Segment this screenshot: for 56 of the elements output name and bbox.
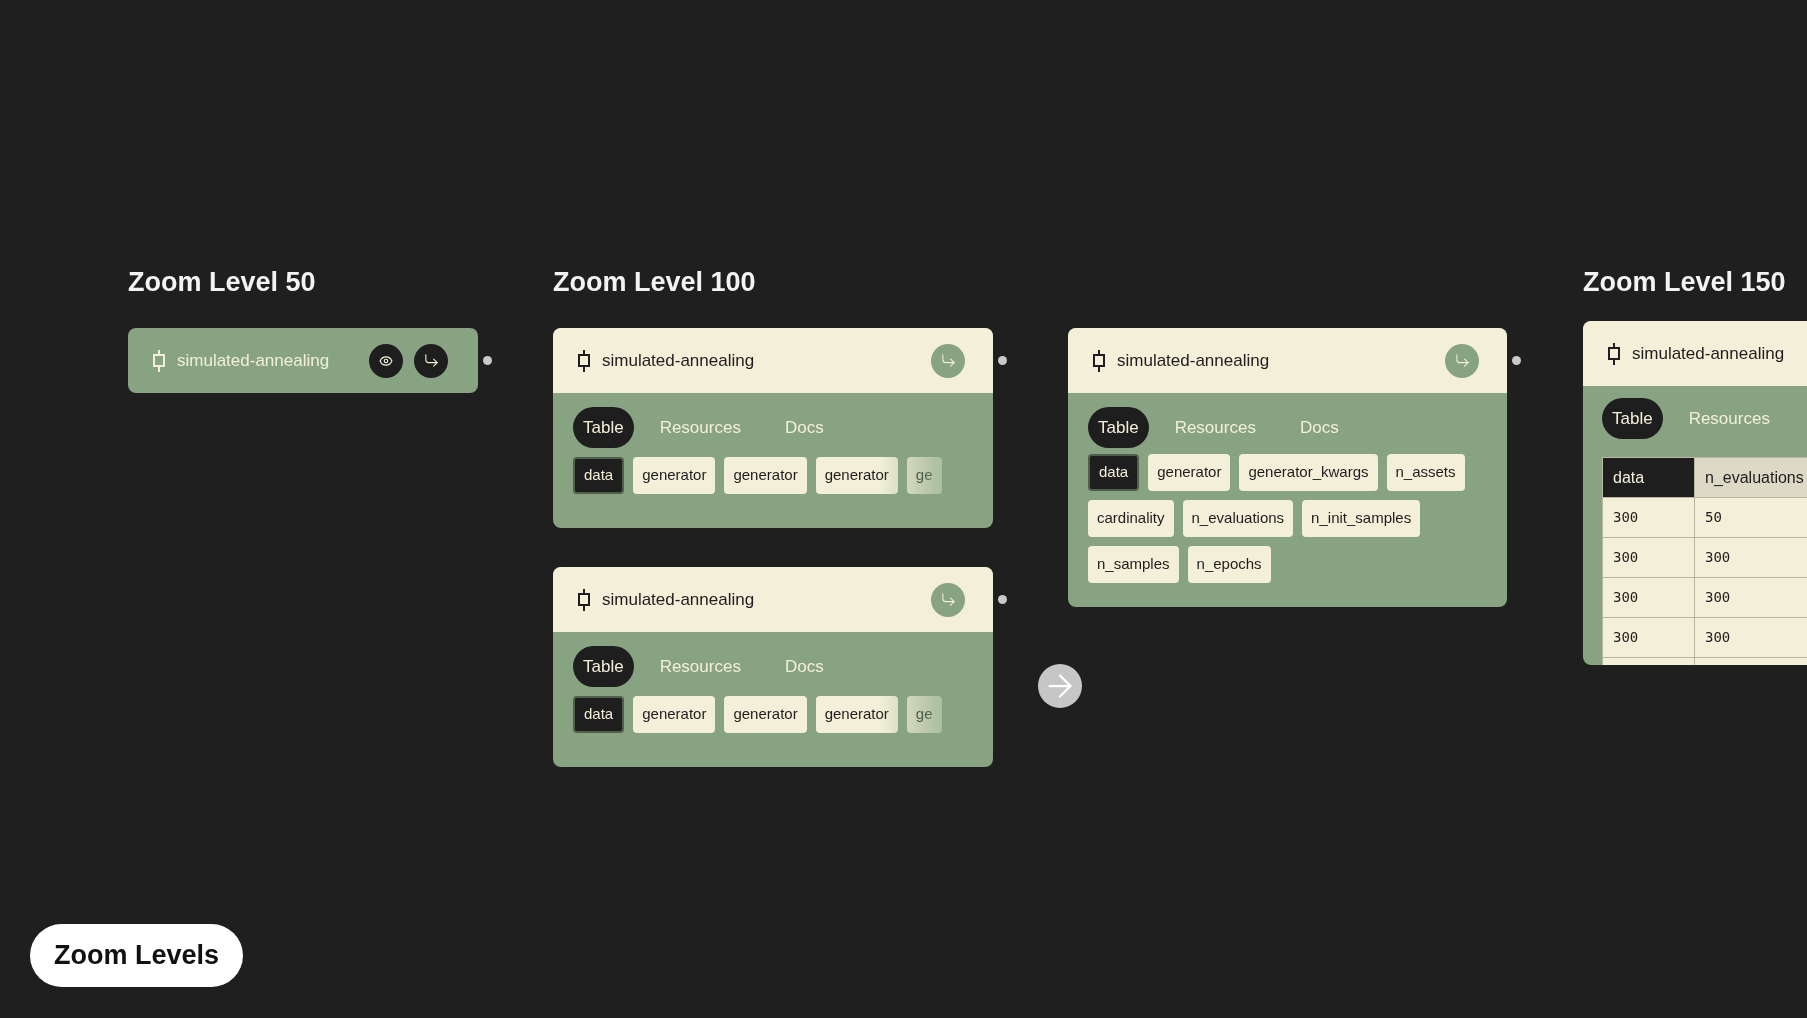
field-chip[interactable]: generator [633,696,716,733]
table-cell: 300 [1602,577,1695,618]
table-cell: 300 [1602,537,1695,578]
table-cell: 300 [1694,537,1807,578]
eye-icon [379,353,393,368]
field-chip[interactable]: n_evaluations [1182,500,1294,537]
node-title: simulated-annealing [1632,342,1785,365]
commit-icon [577,587,591,612]
preview-button[interactable] [369,343,403,378]
tab[interactable]: Table [1088,407,1149,448]
tab[interactable]: Table [573,646,634,687]
table-cell: 300 [1602,497,1695,538]
field-chip[interactable]: n_samples [1088,546,1179,583]
column-header[interactable]: n_evaluations [1694,457,1807,498]
field-chip[interactable]: ge [906,457,942,494]
commit-icon [152,348,166,373]
commit-icon [577,348,591,373]
field-chip[interactable]: cardinality [1088,500,1174,537]
field-chip[interactable]: generator [724,696,807,733]
node-card[interactable]: simulated-annealing Table Resources data n_evaluations 300 50 300 300 300 300 300 300 [1583,321,1807,665]
node-title: simulated-annealing [177,349,330,372]
corner-arrow-icon [939,591,957,608]
field-chip[interactable]: data [573,457,625,494]
field-chip[interactable]: generator_kwargs [1239,454,1378,491]
corner-arrow-icon [1453,352,1471,369]
node-title: simulated-annealing [602,349,755,372]
table-cell: 300 [1694,617,1807,658]
branch-button[interactable] [414,343,448,378]
field-chip[interactable]: generator [724,457,807,494]
commit-icon [1092,348,1106,373]
field-chip[interactable]: n_assets [1386,454,1465,491]
tab[interactable]: Table [1602,398,1663,439]
node-title: simulated-annealing [1117,349,1270,372]
corner-arrow-icon [422,352,440,369]
next-button[interactable] [1038,664,1082,708]
tab[interactable]: Table [573,407,634,448]
field-chip[interactable]: generator [815,696,898,733]
table-cell: 300 [1602,617,1695,658]
section-heading: Zoom Level 50 [128,266,316,299]
field-chip[interactable]: data [573,696,625,733]
section-heading: Zoom Level 150 [1583,266,1786,299]
commit-icon [1607,341,1621,366]
table-cell: 50 [1694,497,1807,538]
column-header[interactable]: data [1602,457,1695,498]
field-chip[interactable]: n_init_samples [1302,500,1421,537]
corner-arrow-icon [939,352,957,369]
node-title: simulated-annealing [602,588,755,611]
field-chip[interactable]: data [1088,454,1140,491]
field-chip[interactable]: generator [1148,454,1231,491]
section-heading: Zoom Level 100 [553,266,756,299]
field-chip[interactable]: ge [906,696,942,733]
field-chip[interactable]: generator [815,457,898,494]
footer-label: Zoom Levels [30,924,244,987]
table-cell: 300 [1694,577,1807,618]
field-chip[interactable]: n_epochs [1187,546,1271,583]
field-chip[interactable]: generator [633,457,716,494]
